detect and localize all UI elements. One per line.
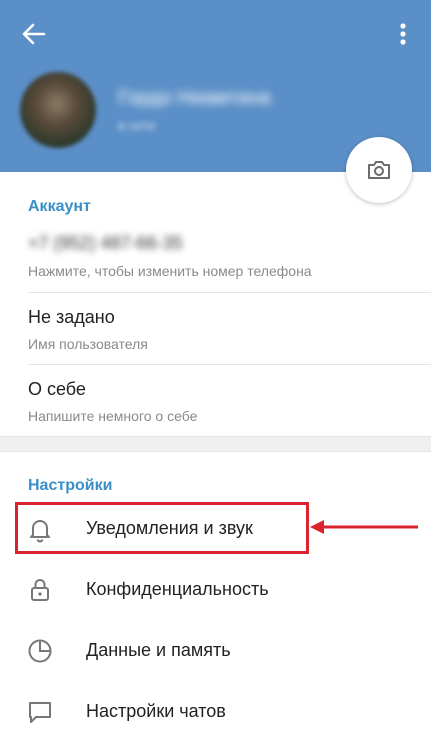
settings-item-label: Настройки чатов bbox=[86, 701, 226, 721]
username-value: Не задано bbox=[28, 307, 115, 327]
divider bbox=[28, 292, 431, 293]
account-section-title: Аккаунт bbox=[28, 198, 91, 215]
settings-item-data-storage[interactable]: Данные и память bbox=[0, 621, 431, 681]
settings-item-privacy[interactable]: Конфиденциальность bbox=[0, 560, 431, 620]
section-separator bbox=[0, 436, 431, 452]
clock-pie-icon bbox=[28, 639, 52, 663]
phone-number: +7 (952) 487-66-35 bbox=[28, 233, 183, 253]
divider bbox=[28, 364, 431, 365]
camera-icon bbox=[368, 161, 390, 179]
set-photo-button[interactable] bbox=[346, 137, 412, 203]
lock-icon bbox=[31, 579, 49, 601]
username-hint: Имя пользователя bbox=[28, 336, 148, 352]
settings-item-chat-settings[interactable]: Настройки чатов bbox=[0, 682, 431, 739]
arrow-left-annotation-icon bbox=[310, 520, 418, 534]
chat-bubble-icon bbox=[29, 702, 51, 723]
settings-section-title: Настройки bbox=[28, 477, 113, 494]
profile-name: Гордо Ниамтина bbox=[118, 87, 271, 109]
more-options-button[interactable] bbox=[392, 20, 414, 48]
arrow-left-icon bbox=[22, 23, 46, 45]
back-button[interactable] bbox=[18, 20, 50, 48]
settings-item-label: Конфиденциальность bbox=[86, 579, 269, 599]
bio-hint: Напишите немного о себе bbox=[28, 408, 198, 424]
profile-status: в сети bbox=[118, 118, 156, 133]
more-vert-icon bbox=[400, 23, 406, 45]
avatar[interactable] bbox=[20, 72, 96, 148]
settings-item-label: Данные и память bbox=[86, 640, 231, 660]
bio-value: О себе bbox=[28, 379, 86, 399]
highlight-box bbox=[15, 502, 309, 554]
phone-hint: Нажмите, чтобы изменить номер телефона bbox=[28, 263, 312, 279]
